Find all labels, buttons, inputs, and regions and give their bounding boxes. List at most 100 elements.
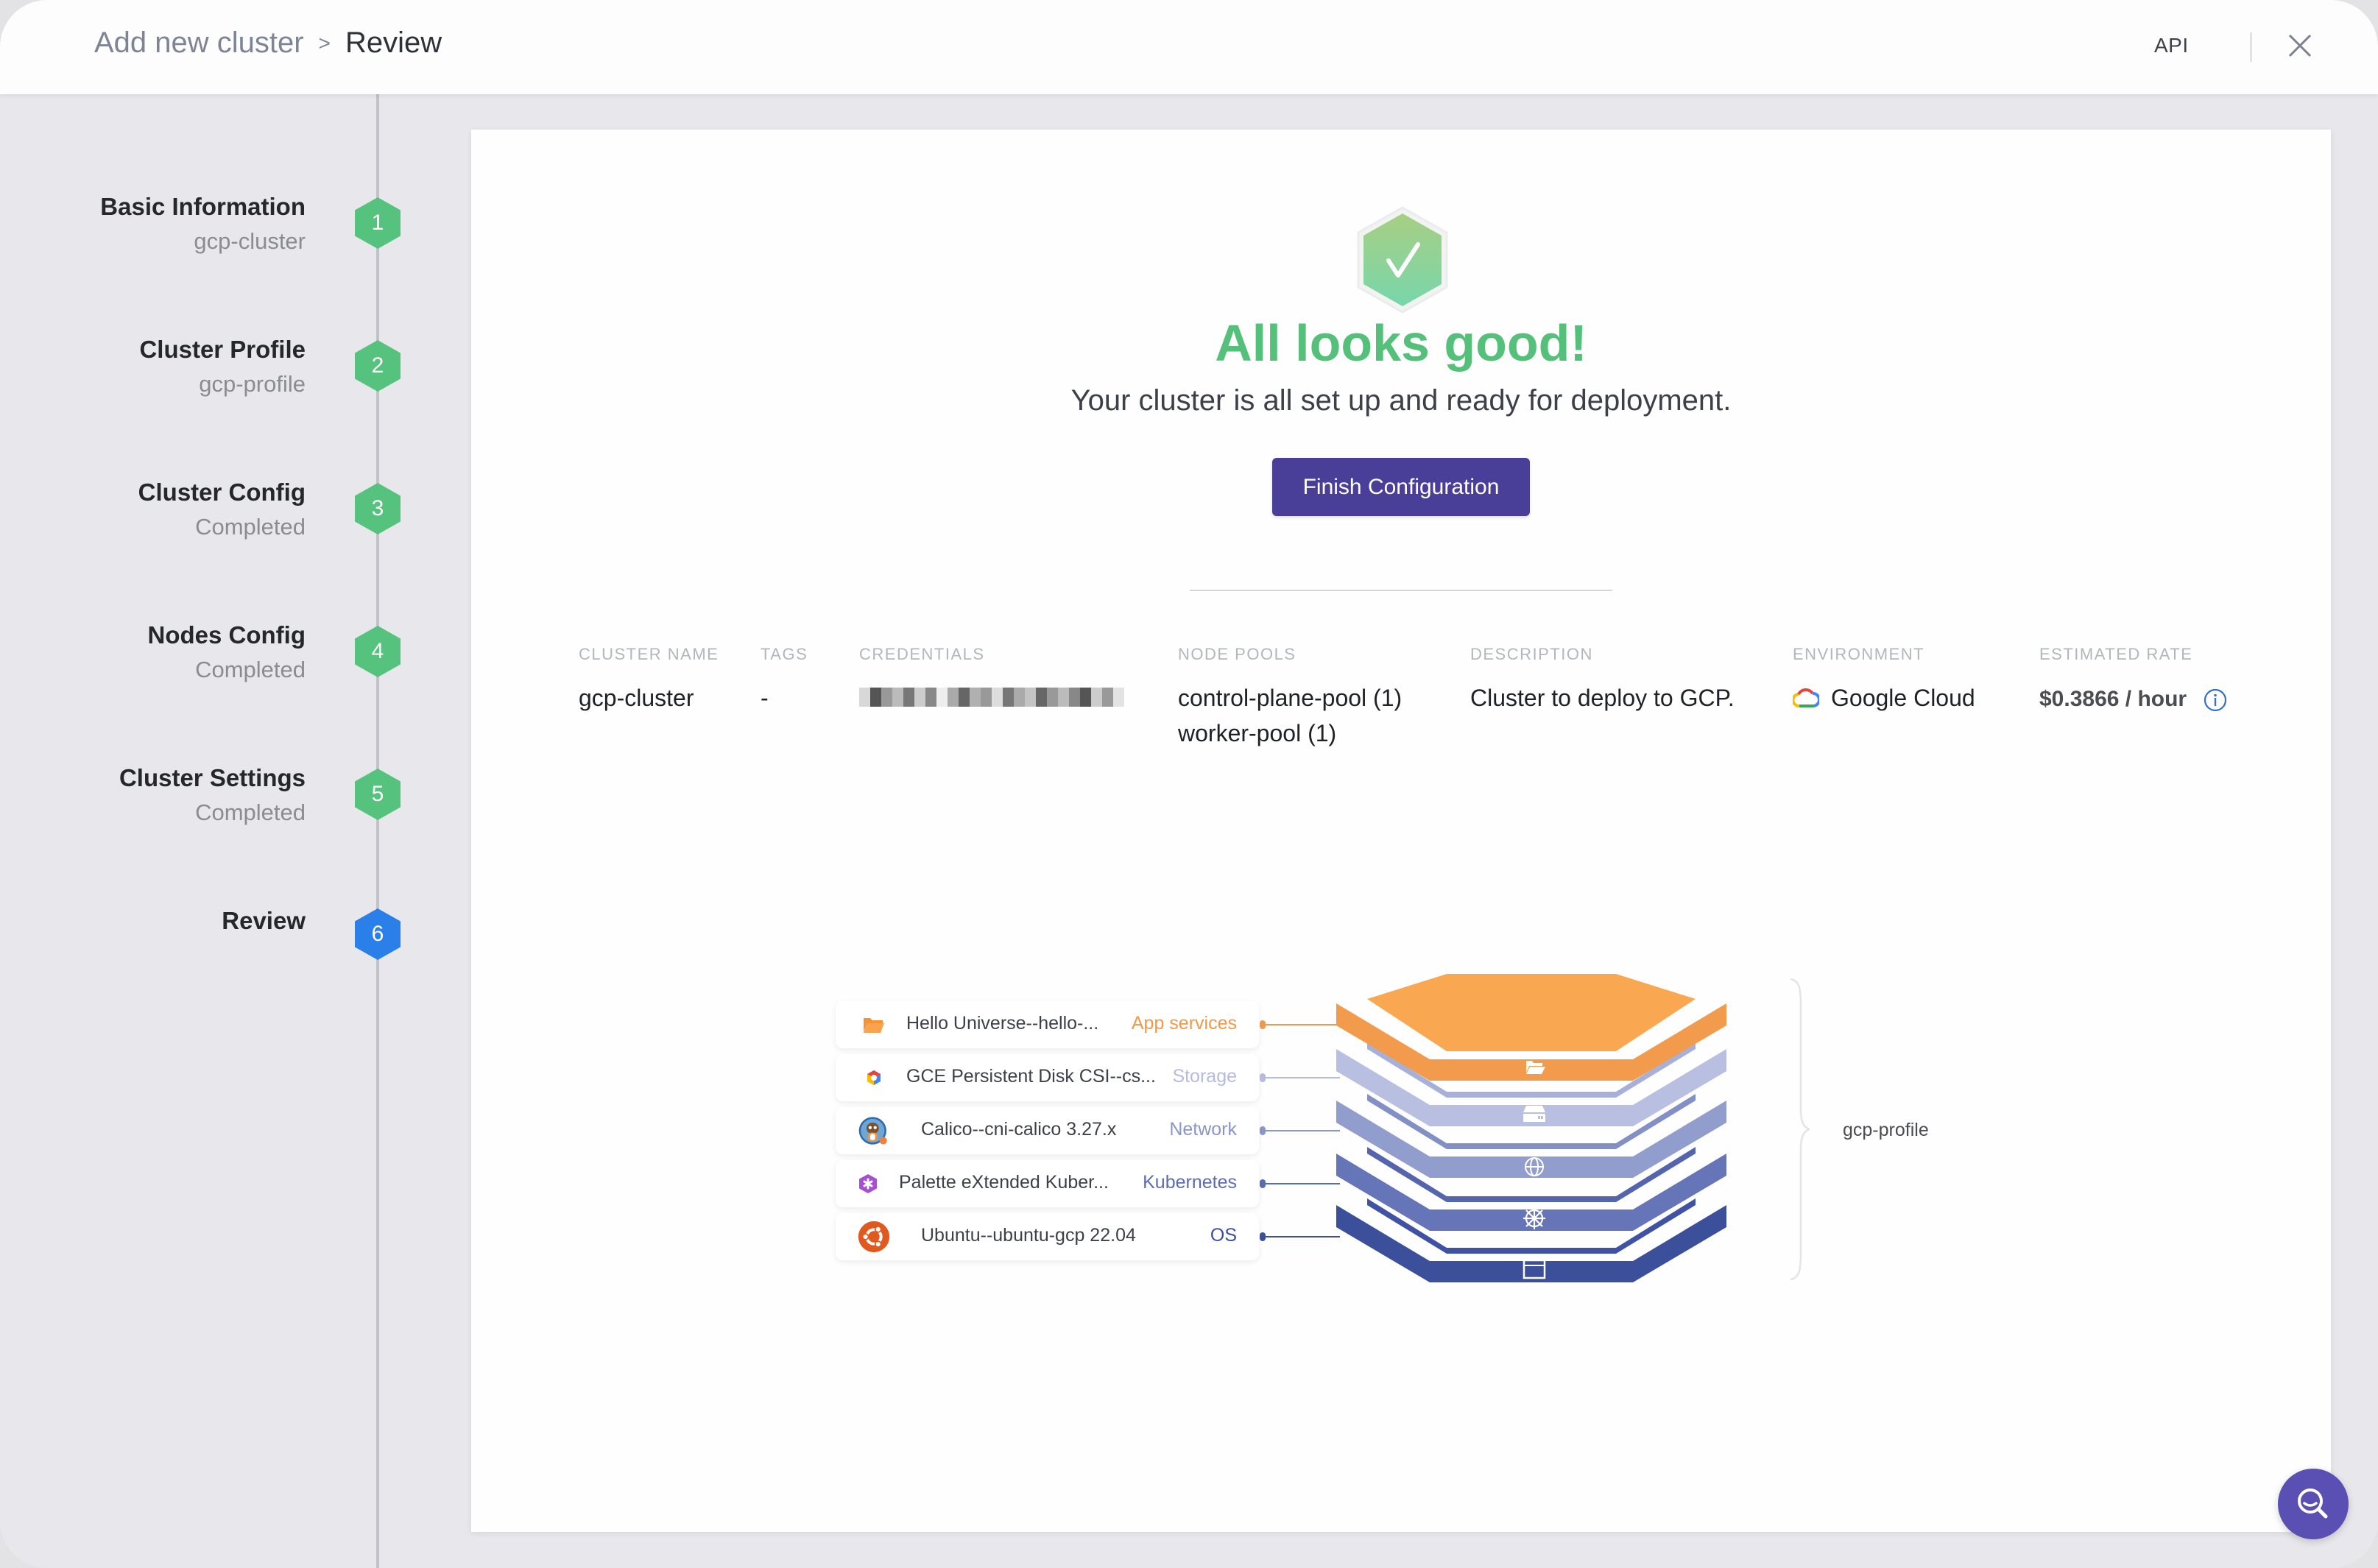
profile-name-label: gcp-profile [1843,1120,1929,1140]
app-window: Add new cluster > Review API Basic Infor… [0,0,2378,1568]
step-number: 1 [371,211,384,235]
detail-description: DESCRIPTION Cluster to deploy to GCP. [1470,645,1735,716]
step-badge-active: 6 [355,908,401,960]
step-subtitle: gcp-profile [199,371,306,397]
layer-type: App services [1131,1013,1237,1034]
estimated-rate-value: $0.3866 / hour [2039,680,2227,717]
step-title: Review [222,907,306,934]
layer-name: Hello Universe--hello-... [906,1013,1099,1034]
layer-type: Storage [1172,1066,1237,1087]
layer-type: Kubernetes [1143,1172,1237,1193]
step-badge: 5 [355,769,401,820]
step-title: Nodes Config [147,621,306,649]
search-fab-button[interactable] [2278,1469,2349,1539]
layer-name: GCE Persistent Disk CSI--cs... [906,1066,1156,1087]
step-subtitle: Completed [195,514,306,540]
step-number: 2 [371,353,384,378]
detail-value: gcp-cluster [579,685,694,711]
step-number: 5 [371,782,384,806]
breadcrumb-separator: > [318,31,331,54]
step-subtitle: gcp-cluster [194,228,306,254]
connector-line [1263,1183,1340,1184]
environment-name: Google Cloud [1831,685,1975,711]
palette-kubernetes-icon [852,1168,884,1200]
header-divider [2250,32,2252,62]
profile-brace [1790,978,1810,1281]
close-button[interactable] [2285,31,2315,60]
layer-row-app-services[interactable]: Hello Universe--hello-... App services [836,1001,1259,1048]
detail-label: DESCRIPTION [1470,645,1593,663]
success-subtitle: Your cluster is all set up and ready for… [1070,384,1732,417]
divider [1190,590,1612,591]
google-cloud-icon [1793,688,1819,707]
step-nodes-config[interactable]: Nodes Config Completed 4 [0,621,412,710]
step-number: 6 [371,922,384,946]
layer-row-network[interactable]: Calico--cni-calico 3.27.x Network [836,1107,1259,1154]
profile-layer-stack [1336,974,1726,1282]
folder-icon [858,1009,890,1041]
close-icon [2288,34,2312,57]
detail-label: CLUSTER NAME [579,645,719,663]
detail-label: ENVIRONMENT [1793,645,1925,663]
detail-cluster-name: CLUSTER NAME gcp-cluster [579,645,719,716]
detail-label: TAGS [761,645,808,663]
node-pool-item[interactable]: control-plane-pool (1) [1178,680,1402,716]
step-cluster-config[interactable]: Cluster Config Completed 3 [0,478,412,567]
step-review[interactable]: Review 6 [0,907,412,995]
detail-label: ESTIMATED RATE [2039,645,2193,663]
rate-value: $0.3866 / hour [2039,687,2187,711]
node-pool-item[interactable]: worker-pool (1) [1178,716,1402,751]
environment-value: Google Cloud [1793,680,1975,716]
helm-wheel-icon [1523,1207,1545,1229]
step-number: 3 [371,496,384,520]
step-badge: 3 [355,483,401,534]
calico-icon [858,1115,890,1147]
layer-name: Ubuntu--ubuntu-gcp 22.04 [921,1225,1136,1246]
layer-row-os[interactable]: Ubuntu--ubuntu-gcp 22.04 OS [836,1213,1259,1260]
detail-label: CREDENTIALS [859,645,985,663]
success-check-icon [1357,206,1448,314]
step-title: Cluster Config [138,478,306,506]
info-icon[interactable] [2204,688,2227,712]
connector-line [1263,1024,1340,1025]
detail-label: NODE POOLS [1178,645,1296,663]
step-title: Cluster Profile [139,336,306,363]
search-icon [2298,1488,2328,1519]
breadcrumb: Add new cluster > Review [94,27,442,60]
connector-line [1263,1236,1340,1237]
step-subtitle: Completed [195,799,306,825]
layer-row-storage[interactable]: GCE Persistent Disk CSI--cs... Storage [836,1054,1259,1101]
detail-value: - [761,685,769,711]
step-basic-information[interactable]: Basic Information gcp-cluster 1 [0,193,412,281]
gce-disk-icon [858,1062,890,1094]
step-number: 4 [371,639,384,663]
disk-icon [1523,1106,1545,1122]
detail-estimated-rate: ESTIMATED RATE $0.3866 / hour [2039,645,2227,717]
step-title: Basic Information [100,193,306,220]
finish-configuration-button[interactable]: Finish Configuration [1272,458,1530,516]
layer-type: Network [1169,1119,1237,1140]
header: Add new cluster > Review API [0,0,2378,94]
node-pool-list: control-plane-pool (1) worker-pool (1) [1178,680,1402,751]
layer-row-kubernetes[interactable]: Palette eXtended Kuber... Kubernetes [836,1160,1259,1207]
step-cluster-settings[interactable]: Cluster Settings Completed 5 [0,764,412,852]
breadcrumb-parent[interactable]: Add new cluster [94,27,304,60]
step-title: Cluster Settings [119,764,306,791]
connector-line [1263,1130,1340,1131]
detail-node-pools: NODE POOLS control-plane-pool (1) worker… [1178,645,1402,751]
detail-credentials: CREDENTIALS [859,645,1124,707]
step-badge: 1 [355,197,401,249]
success-title: All looks good! [1215,314,1587,372]
api-button[interactable]: API [2154,34,2189,57]
detail-environment: ENVIRONMENT Google Cloud [1793,645,1975,716]
step-badge: 2 [355,340,401,392]
review-card: All looks good! Your cluster is all set … [471,130,2331,1532]
detail-value: Cluster to deploy to GCP. [1470,685,1735,711]
layer-name: Calico--cni-calico 3.27.x [921,1119,1117,1140]
connector-line [1263,1077,1340,1078]
detail-tags: TAGS - [761,645,808,716]
step-subtitle: Completed [195,657,306,682]
layer-name: Palette eXtended Kuber... [899,1172,1109,1193]
step-cluster-profile[interactable]: Cluster Profile gcp-profile 2 [0,336,412,424]
layer-type: OS [1210,1225,1237,1246]
